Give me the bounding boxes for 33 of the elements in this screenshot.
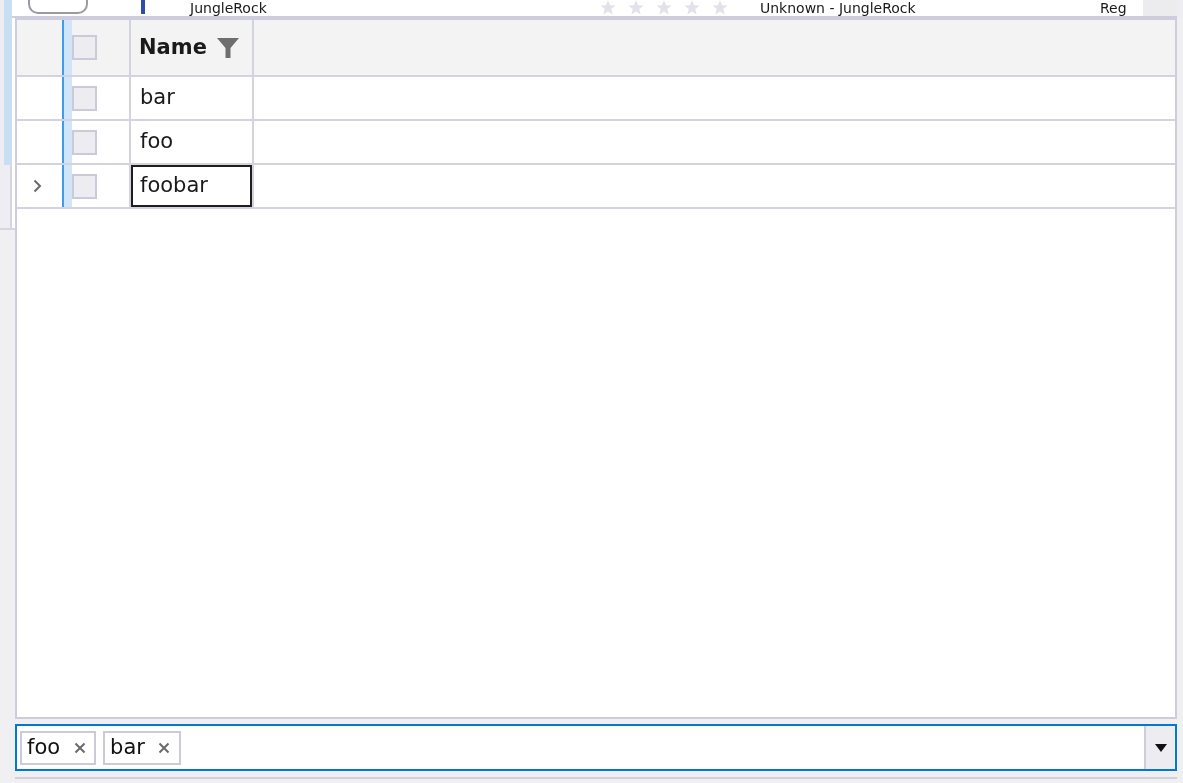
star-icon [710, 0, 730, 15]
dropdown-button[interactable] [1144, 726, 1175, 769]
remove-tag-button[interactable] [157, 741, 171, 754]
chevron-right-icon [33, 179, 42, 193]
tag-label: foo [27, 733, 61, 761]
remove-tag-button[interactable] [73, 741, 87, 754]
artist-text: Unknown - JungleRock [760, 0, 917, 16]
star-icon [682, 0, 702, 15]
star-icon [654, 0, 674, 15]
marker-icon [138, 0, 148, 14]
table-cell: Reg [1100, 0, 1127, 16]
caret-down-icon [1154, 743, 1167, 752]
track-title: JungleRock [190, 0, 268, 16]
star-icon [598, 0, 618, 15]
close-icon [158, 741, 171, 754]
checkbox[interactable] [72, 173, 97, 199]
tag-input-field[interactable]: foo bar [15, 724, 1177, 771]
scrollbar[interactable] [1143, 0, 1177, 18]
table-cell: foobar [131, 165, 252, 207]
row-selection-strip [62, 20, 72, 75]
column-header[interactable]: Name [131, 20, 254, 75]
row-selection-strip [62, 165, 72, 207]
checkbox[interactable] [72, 129, 97, 155]
row-selection-strip [62, 121, 72, 163]
tag-label: bar [110, 733, 145, 761]
row-selection-strip [62, 77, 72, 119]
star-icon [626, 0, 646, 15]
filter-icon[interactable] [216, 36, 239, 59]
checkbox[interactable] [72, 35, 97, 60]
close-icon [73, 741, 86, 754]
checkbox[interactable] [72, 85, 97, 111]
table-cell-text: bar [139, 84, 176, 112]
table-cell-text: foo [139, 128, 175, 156]
